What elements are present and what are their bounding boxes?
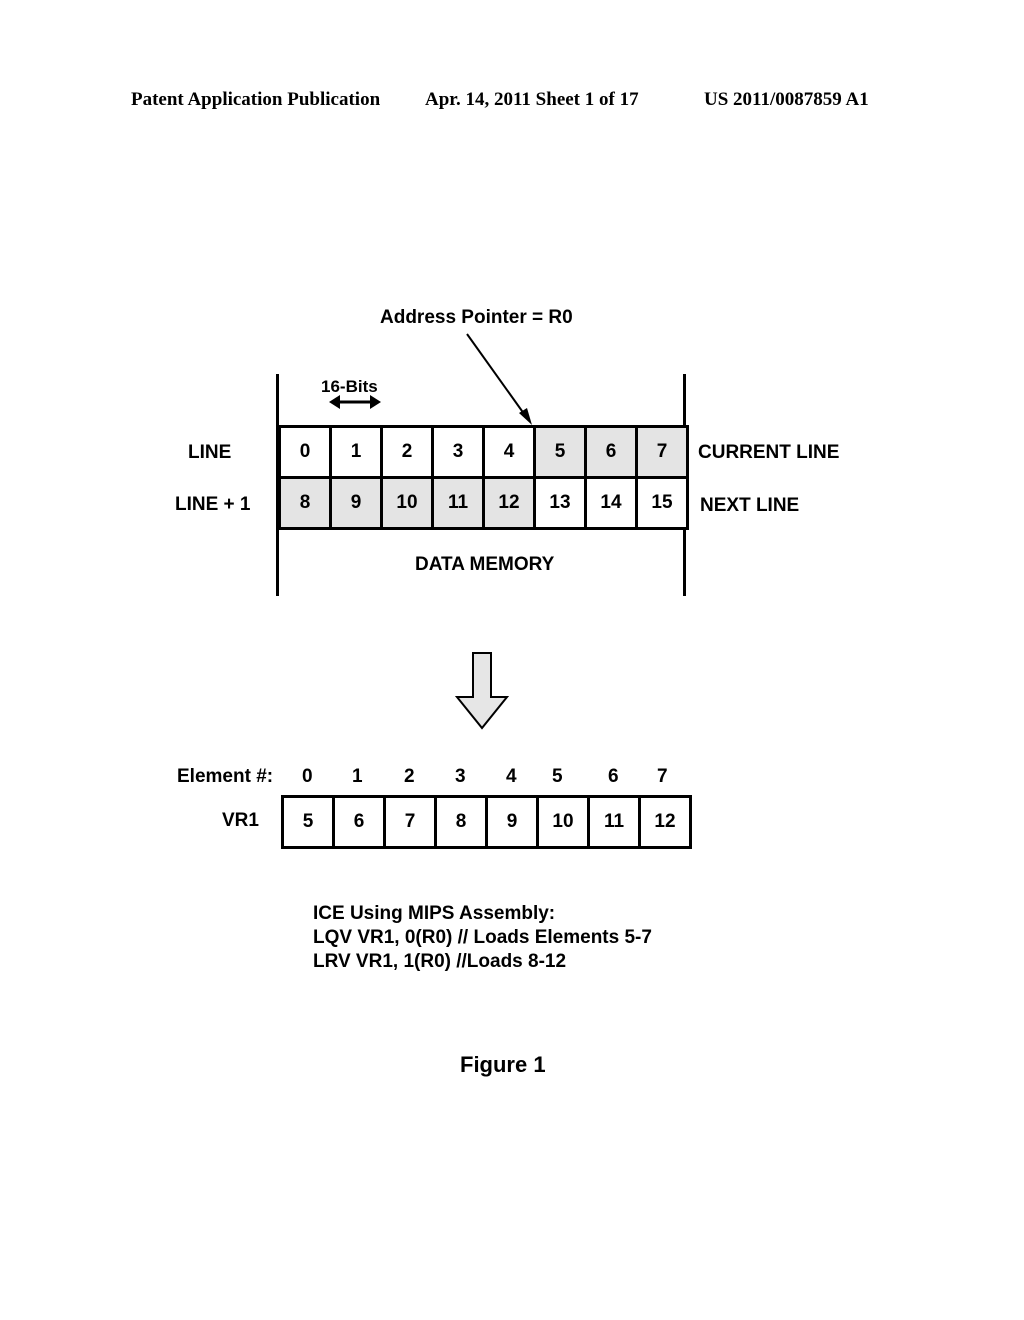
memory-cell: 8 <box>278 476 332 530</box>
element-index: 4 <box>506 766 517 787</box>
code-line-lqv: LQV VR1, 0(R0) // Loads Elements 5-7 <box>313 927 652 948</box>
assembly-code-block: ICE Using MIPS Assembly: LQV VR1, 0(R0) … <box>313 902 652 974</box>
memory-cell: 0 <box>278 425 332 479</box>
element-index: 3 <box>455 766 466 787</box>
memory-cell: 11 <box>431 476 485 530</box>
figure-caption: Figure 1 <box>460 1052 546 1077</box>
element-index: 2 <box>404 766 415 787</box>
register-element-cell: 5 <box>281 795 335 849</box>
register-label: VR1 <box>222 810 259 831</box>
memory-cell: 9 <box>329 476 383 530</box>
element-index: 7 <box>657 766 668 787</box>
memory-cell: 15 <box>635 476 689 530</box>
down-arrow-icon <box>454 652 510 730</box>
code-line-lrv: LRV VR1, 1(R0) //Loads 8-12 <box>313 951 567 972</box>
data-memory-label: DATA MEMORY <box>415 554 555 575</box>
memory-cell: 14 <box>584 476 638 530</box>
memory-cell: 2 <box>380 425 434 479</box>
code-line-heading: ICE Using MIPS Assembly: <box>313 903 556 924</box>
register-element-cell: 8 <box>434 795 488 849</box>
row-label-line: LINE <box>188 442 232 463</box>
element-index: 5 <box>552 766 563 787</box>
memory-cell: 4 <box>482 425 536 479</box>
element-index: 1 <box>352 766 363 787</box>
diagram-arrows <box>329 333 532 730</box>
memory-cell: 13 <box>533 476 587 530</box>
row-label-line-plus-1: LINE + 1 <box>175 494 251 515</box>
pointer-arrow-icon <box>466 333 532 425</box>
element-index: 6 <box>608 766 619 787</box>
memory-cell: 6 <box>584 425 638 479</box>
register-element-cell: 10 <box>536 795 590 849</box>
memory-cell: 3 <box>431 425 485 479</box>
register-element-cell: 12 <box>638 795 692 849</box>
memory-cell: 12 <box>482 476 536 530</box>
register-element-cell: 7 <box>383 795 437 849</box>
register-element-cell: 6 <box>332 795 386 849</box>
memory-cell: 10 <box>380 476 434 530</box>
row-label-current-line: CURRENT LINE <box>698 442 840 463</box>
double-arrow-icon <box>329 395 381 409</box>
memory-cell: 5 <box>533 425 587 479</box>
memory-cell: 1 <box>329 425 383 479</box>
element-index-label: Element #: <box>177 766 274 787</box>
row-label-next-line: NEXT LINE <box>700 495 800 516</box>
register-element-cell: 9 <box>485 795 539 849</box>
bit-width-label: 16-Bits <box>321 377 378 396</box>
element-index: 0 <box>302 766 313 787</box>
register-element-cell: 11 <box>587 795 641 849</box>
memory-cell: 7 <box>635 425 689 479</box>
